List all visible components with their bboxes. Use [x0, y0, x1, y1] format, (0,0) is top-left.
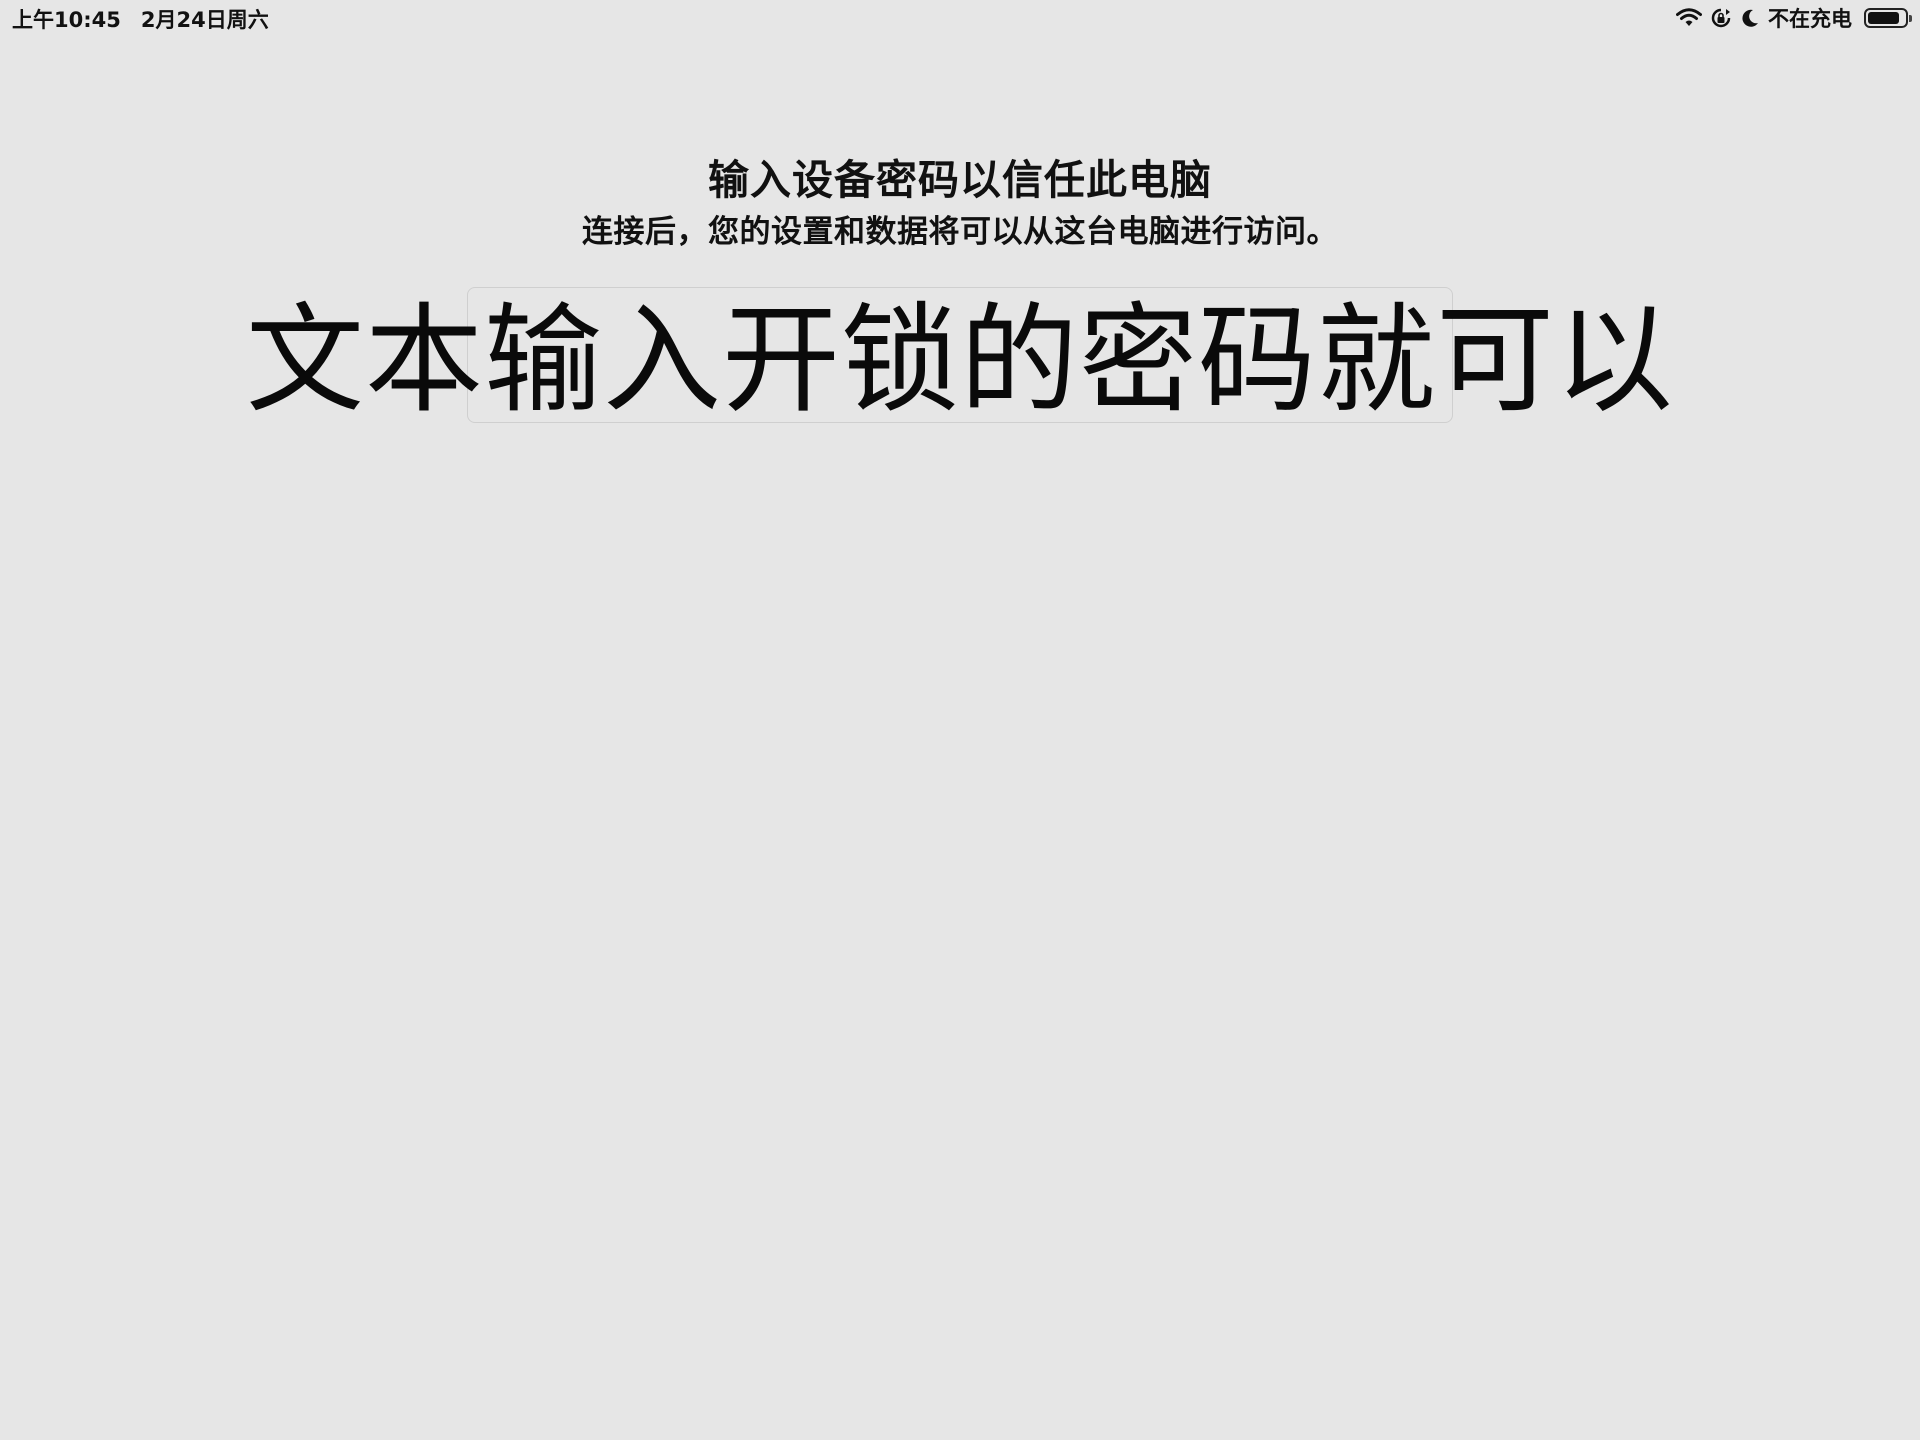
wifi-icon [1676, 8, 1702, 28]
lock-screen: 上午10:45 2月24日周六 不在充电 输入设备密码以信任此电脑 连接后，您的… [0, 0, 1920, 1440]
trust-subtitle: 连接后，您的设置和数据将可以从这台电脑进行访问。 [582, 214, 1338, 250]
orientation-lock-icon [1710, 7, 1732, 29]
trust-title: 输入设备密码以信任此电脑 [708, 156, 1212, 204]
status-left: 上午10:45 2月24日周六 [12, 4, 269, 34]
trust-prompt: 输入设备密码以信任此电脑 连接后，您的设置和数据将可以从这台电脑进行访问。 [0, 150, 1920, 254]
battery-cap [1909, 15, 1912, 22]
status-date: 2月24日周六 [140, 8, 269, 32]
battery-level [1868, 12, 1899, 24]
status-right: 不在充电 [1676, 4, 1912, 32]
charging-status: 不在充电 [1768, 7, 1852, 31]
status-time: 上午10:45 [12, 8, 121, 32]
battery-icon [1864, 8, 1912, 28]
moon-icon [1740, 8, 1760, 28]
annotation-text: 文本输入开锁的密码就可以 [245, 291, 1674, 429]
status-bar: 上午10:45 2月24日周六 不在充电 [0, 0, 1920, 36]
